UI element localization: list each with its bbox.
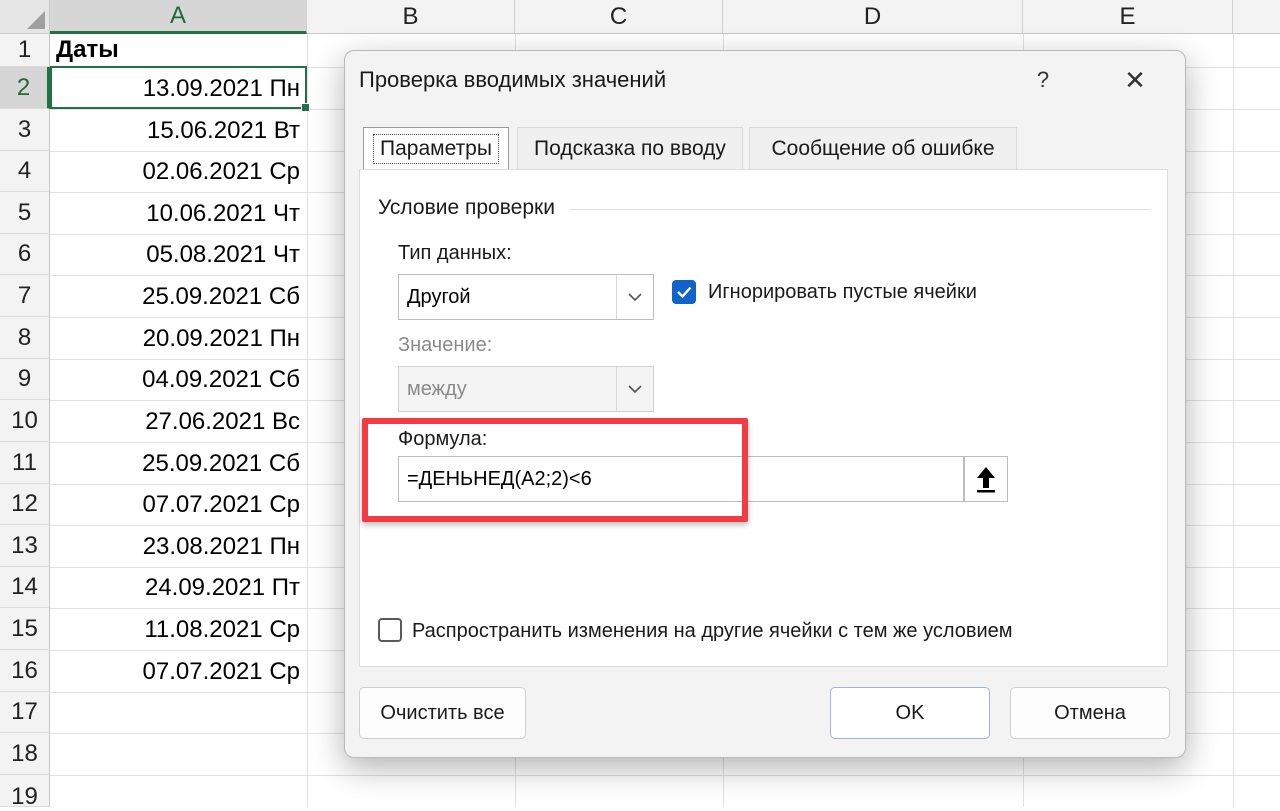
row-header[interactable]: 15 <box>0 608 50 650</box>
cancel-button[interactable]: Отмена <box>1010 687 1170 739</box>
clear-all-button[interactable]: Очистить все <box>359 687 526 739</box>
cell-a1-header[interactable]: Даты <box>52 32 304 68</box>
collapse-dialog-button[interactable] <box>964 456 1008 502</box>
date-cell[interactable]: 23.08.2021 Пн <box>52 526 304 567</box>
apply-all-checkbox[interactable] <box>378 618 402 642</box>
tab-error-message[interactable]: Сообщение об ошибке <box>749 127 1017 169</box>
formula-highlight-frame <box>362 418 748 522</box>
date-cell[interactable]: 07.07.2021 Ср <box>52 484 304 525</box>
date-cell[interactable]: 15.06.2021 Вт <box>52 110 304 151</box>
close-icon[interactable]: ✕ <box>1117 63 1153 97</box>
data-type-value: Другой <box>407 285 471 308</box>
ok-button[interactable]: OK <box>830 687 990 739</box>
row-header[interactable]: 4 <box>0 151 50 192</box>
value-select-value: между <box>407 377 467 400</box>
row-header[interactable]: 5 <box>0 192 50 234</box>
date-cell[interactable]: 02.06.2021 Ср <box>52 151 304 192</box>
apply-all-label[interactable]: Распространить изменения на другие ячейк… <box>412 620 1013 643</box>
date-cell[interactable]: 05.08.2021 Чт <box>52 234 304 275</box>
date-cell[interactable]: 10.06.2021 Чт <box>52 193 304 234</box>
date-cell[interactable]: 04.09.2021 Сб <box>52 359 304 400</box>
column-header-d[interactable]: D <box>723 0 1023 34</box>
gridline <box>50 775 1280 776</box>
tab-parameters[interactable]: Параметры <box>363 127 509 169</box>
row-header[interactable]: 6 <box>0 234 50 275</box>
row-header[interactable]: 12 <box>0 484 50 525</box>
row-header[interactable]: 3 <box>0 109 50 151</box>
active-cell-cursor <box>50 66 310 112</box>
help-button[interactable]: ? <box>1025 63 1061 97</box>
ignore-blank-label[interactable]: Игнорировать пустые ячейки <box>708 281 977 304</box>
select-all-triangle-icon <box>27 11 45 29</box>
data-type-select[interactable]: Другой <box>398 274 654 320</box>
chevron-down-icon <box>616 275 653 319</box>
select-all-corner[interactable] <box>0 0 50 34</box>
row-header[interactable]: 17 <box>0 692 50 733</box>
row-header[interactable]: 9 <box>0 359 50 400</box>
row-header[interactable]: 10 <box>0 400 50 442</box>
date-cell[interactable]: 07.07.2021 Ср <box>52 651 304 692</box>
column-header-b[interactable]: B <box>307 0 515 34</box>
row-header[interactable]: 19 <box>0 775 50 810</box>
value-select: между <box>398 366 654 412</box>
row-header[interactable]: 14 <box>0 567 50 608</box>
group-divider <box>570 209 1151 210</box>
date-cell[interactable]: 25.09.2021 Сб <box>52 276 304 317</box>
date-cell[interactable]: 24.09.2021 Пт <box>52 567 304 608</box>
row-header[interactable]: 1 <box>0 34 50 67</box>
column-header-overflow[interactable] <box>1233 0 1280 34</box>
date-cell[interactable]: 11.08.2021 Ср <box>52 609 304 650</box>
row-header[interactable]: 11 <box>0 442 50 484</box>
fill-handle[interactable] <box>301 103 310 112</box>
value-label: Значение: <box>398 334 493 356</box>
up-arrow-icon <box>977 467 995 493</box>
ignore-blank-checkbox[interactable] <box>672 280 696 304</box>
row-header[interactable]: 13 <box>0 525 50 567</box>
data-type-label: Тип данных: <box>398 242 512 264</box>
dialog-title: Проверка вводимых значений <box>359 67 667 92</box>
date-cell[interactable]: 20.09.2021 Пн <box>52 318 304 359</box>
row-header[interactable]: 7 <box>0 275 50 317</box>
row-header[interactable]: 18 <box>0 733 50 775</box>
tab-label: Параметры <box>373 133 499 164</box>
date-cell[interactable]: 27.06.2021 Вс <box>52 401 304 442</box>
checkmark-icon <box>677 286 692 299</box>
tab-input-hint[interactable]: Подсказка по вводу <box>517 127 743 169</box>
row-header[interactable]: 2 <box>0 67 50 109</box>
date-cell[interactable]: 25.09.2021 Сб <box>52 443 304 484</box>
validation-criteria-title: Условие проверки <box>378 196 561 220</box>
data-validation-dialog: Проверка вводимых значений ? ✕ Параметры… <box>344 50 1186 758</box>
column-header-e[interactable]: E <box>1023 0 1233 34</box>
column-header-a[interactable]: A <box>50 0 307 34</box>
row-header[interactable]: 16 <box>0 650 50 692</box>
row-header[interactable]: 8 <box>0 317 50 359</box>
column-header-c[interactable]: C <box>515 0 723 34</box>
chevron-down-icon <box>616 367 653 411</box>
